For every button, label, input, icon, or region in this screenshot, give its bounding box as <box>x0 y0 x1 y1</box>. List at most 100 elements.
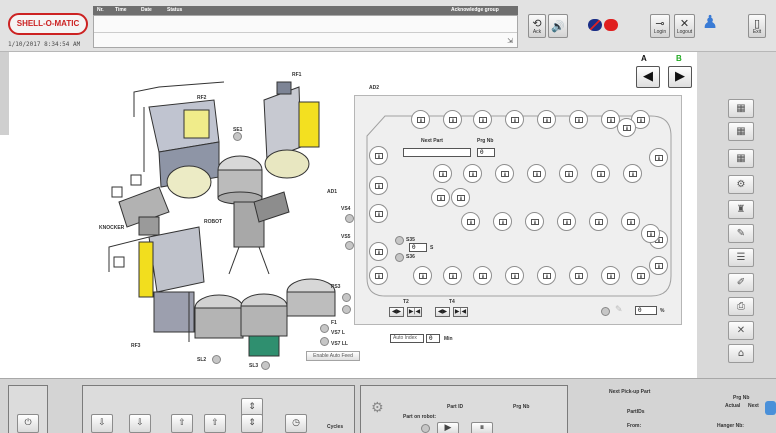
list-button[interactable]: ☰ <box>728 248 754 267</box>
hanger-slot[interactable]: 0 <box>493 212 512 231</box>
hanger-slot[interactable]: 0 <box>369 242 388 261</box>
hanger-slot[interactable]: 0 <box>433 164 452 183</box>
hanger-slot[interactable]: 0 <box>369 204 388 223</box>
parameters-button[interactable]: ✐ <box>728 273 754 292</box>
hanger-slot[interactable]: 0 <box>559 164 578 183</box>
hanger-slot[interactable]: 0 <box>589 212 608 231</box>
raise-button-2[interactable]: ⇧ <box>204 414 226 433</box>
cycles-label: Cycles <box>327 424 344 430</box>
home-button[interactable]: ⌂ <box>728 344 754 363</box>
play-button[interactable]: ▶ <box>437 422 459 433</box>
nav-b-label: B <box>676 54 682 63</box>
hanger-slot[interactable]: 0 <box>505 110 524 129</box>
hanger-slot[interactable]: 0 <box>411 110 430 129</box>
hanger-slot-value: 0 <box>449 117 457 123</box>
ack-button[interactable]: ⟲ Ack <box>528 14 546 38</box>
lower-button-2[interactable]: ⇩ <box>129 414 151 433</box>
hanger-slot-value: 0 <box>647 231 655 237</box>
hanger-slot[interactable]: 0 <box>557 212 576 231</box>
sl3-bowl <box>240 293 288 357</box>
login-button[interactable]: ⊸ Login <box>650 14 670 38</box>
auto-index-input[interactable]: 0 <box>426 334 440 343</box>
nav-next-button[interactable]: ▶ <box>668 66 692 88</box>
hanger-slot[interactable]: 0 <box>569 110 588 129</box>
raise-button-1[interactable]: ⇧ <box>171 414 193 433</box>
rf2-view-button[interactable]: ▦ <box>728 122 754 141</box>
hanger-slot-value: 0 <box>655 155 663 161</box>
timer-button[interactable]: ◷ <box>285 414 307 433</box>
hanger-slot[interactable]: 0 <box>525 212 544 231</box>
pause-button[interactable]: ⏸ <box>471 422 493 433</box>
exit-button[interactable]: ▯ Exit <box>748 14 766 38</box>
rf1-view-button[interactable]: ▦ <box>728 99 754 118</box>
arrow-up-icon: ⇧ <box>211 418 219 428</box>
alarm-table[interactable]: ⇲ <box>93 15 518 48</box>
sensor-ps3-b <box>342 305 351 314</box>
step-button-b[interactable]: ⇕ <box>241 414 263 433</box>
hanger-slot-value: 0 <box>623 125 631 131</box>
hanger-slot[interactable]: 0 <box>537 110 556 129</box>
hanger-slot[interactable]: 0 <box>631 266 650 285</box>
label-t2: T2 <box>403 299 409 305</box>
t2-step-button[interactable]: ▶|◀ <box>407 307 422 317</box>
hanger-slot[interactable]: 0 <box>431 188 450 207</box>
play-icon: ▶ <box>444 423 452 433</box>
power-button[interactable]: ⏻ <box>17 414 39 433</box>
hanger-slot[interactable]: 0 <box>473 110 492 129</box>
hanger-slot[interactable]: 0 <box>601 266 620 285</box>
parameters-icon: ✐ <box>736 277 746 288</box>
scroll-down-icon[interactable]: ⇲ <box>507 37 513 45</box>
flag-uk-icon[interactable] <box>588 19 602 31</box>
hanger-slot[interactable]: 0 <box>649 148 668 167</box>
hanger-slot[interactable]: 0 <box>505 266 524 285</box>
t4-rotate-button[interactable]: ◀▶ <box>435 307 450 317</box>
hanger-slot[interactable]: 0 <box>537 266 556 285</box>
part-id-label: Part ID <box>447 404 464 410</box>
hanger-slot[interactable]: 0 <box>463 164 482 183</box>
recipe-button[interactable]: ✎ <box>728 224 754 243</box>
logout-button[interactable]: ✕ Logout <box>674 14 695 38</box>
t4-step-button[interactable]: ▶|◀ <box>453 307 468 317</box>
hanger-slot[interactable]: 0 <box>451 188 470 207</box>
hanger-slot-value: 0 <box>543 273 551 279</box>
alarm-col-ack-group: Acknowledge group <box>451 7 499 13</box>
label-knocker: KNOCKER <box>99 225 125 231</box>
label-ad2: AD2 <box>369 85 380 91</box>
hanger-slot-value: 0 <box>627 219 635 225</box>
hanger-slot[interactable]: 0 <box>527 164 546 183</box>
hanger-slot[interactable]: 0 <box>369 176 388 195</box>
t2-rotate-button[interactable]: ◀▶ <box>389 307 404 317</box>
machine-icon: ▦ <box>736 103 746 114</box>
hanger-slot[interactable]: 0 <box>495 164 514 183</box>
robot-view-button[interactable]: ♜ <box>728 200 754 219</box>
tools-button[interactable]: ✕ <box>728 321 754 340</box>
hanger-slot[interactable]: 0 <box>369 146 388 165</box>
hanger-slot[interactable]: 0 <box>461 212 480 231</box>
hanger-slot[interactable]: 0 <box>569 266 588 285</box>
hanger-slot[interactable]: 0 <box>591 164 610 183</box>
hanger-slot[interactable]: 0 <box>623 164 642 183</box>
hanger-slot[interactable]: 0 <box>641 224 660 243</box>
hanger-slot[interactable]: 0 <box>413 266 432 285</box>
hanger-slot[interactable]: 0 <box>617 118 636 137</box>
lower-button-1[interactable]: ⇩ <box>91 414 113 433</box>
label-t4: T4 <box>449 299 455 305</box>
rf3-view-button[interactable]: ▦ <box>728 149 754 168</box>
hanger-slot-value: 0 <box>375 211 383 217</box>
sensor-ps3 <box>342 293 351 302</box>
nav-prev-button[interactable]: ◀ <box>636 66 660 88</box>
hanger-slot[interactable]: 0 <box>621 212 640 231</box>
knocker-view-button[interactable]: ⚙ <box>728 175 754 194</box>
hanger-slot[interactable]: 0 <box>369 266 388 285</box>
enable-auto-feed-button[interactable]: Enable Auto Feed <box>306 351 360 361</box>
indicator-box <box>113 256 125 268</box>
hanger-slot[interactable]: 0 <box>443 266 462 285</box>
hanger-slot[interactable]: 0 <box>649 256 668 275</box>
flag-china-icon[interactable] <box>604 19 618 31</box>
info-tab-icon[interactable] <box>765 401 776 415</box>
users-icon[interactable]: ♟ <box>702 12 718 33</box>
sound-button[interactable]: 🔊 <box>548 14 568 38</box>
print-button[interactable]: ⎙ <box>728 297 754 316</box>
hanger-slot[interactable]: 0 <box>473 266 492 285</box>
hanger-slot[interactable]: 0 <box>443 110 462 129</box>
